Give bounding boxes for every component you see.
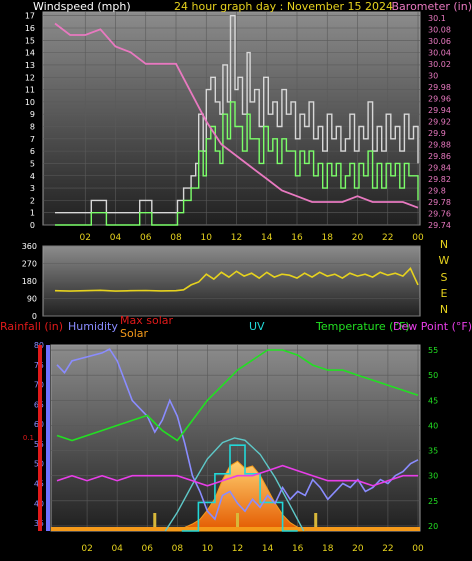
rain-y-tick: 0.1 — [23, 434, 34, 442]
barometer-y-tick: 30.08 — [428, 25, 451, 34]
humidity-axis-bar — [46, 345, 50, 531]
wind-y-tick: 12 — [25, 73, 35, 82]
barometer-y-tick: 29.84 — [428, 163, 451, 172]
wind-y-tick: 4 — [30, 172, 35, 181]
compass-tick: N — [440, 238, 448, 251]
weather-x-tick: 16 — [292, 544, 304, 554]
wind-y-tick: 11 — [25, 86, 35, 95]
temperature-y-tick: 45 — [428, 396, 438, 405]
weather-x-tick: 02 — [81, 544, 92, 554]
wind-x-tick: 18 — [322, 233, 334, 243]
legend-humidity: Humidity — [68, 320, 118, 333]
wind-x-tick: 14 — [261, 233, 273, 243]
chart-title: 24 hour graph day : November 15 2024 — [174, 0, 393, 13]
direction-y-tick: 180 — [22, 277, 37, 286]
barometer-y-tick: 30.1 — [428, 14, 446, 23]
barometer-y-tick: 29.98 — [428, 83, 451, 92]
weather-x-tick: 22 — [382, 544, 393, 554]
barometer-y-tick: 29.78 — [428, 198, 451, 207]
wind-y-tick: 0 — [30, 221, 35, 230]
wind-x-tick: 22 — [382, 233, 393, 243]
weather-x-tick: 12 — [232, 544, 243, 554]
sun-marker — [153, 513, 157, 527]
compass-tick: S — [441, 271, 448, 284]
barometer-y-tick: 29.88 — [428, 140, 451, 149]
legend-uv: UV — [249, 320, 265, 333]
wind-y-tick: 17 — [25, 12, 35, 21]
barometer-y-tick: 30.02 — [428, 60, 451, 69]
wind-x-tick: 00 — [412, 233, 424, 243]
legend-dew-point: Dew Point (°F) — [393, 320, 472, 333]
barometer-y-tick: 29.74 — [428, 221, 451, 230]
direction-y-tick: 270 — [22, 260, 37, 269]
windspeed-axis-label: Windspeed (mph) — [33, 0, 131, 13]
wind-y-tick: 1 — [30, 209, 35, 218]
weather-x-tick: 10 — [202, 544, 214, 554]
barometer-y-tick: 30.04 — [428, 48, 451, 57]
wind-x-tick: 10 — [201, 233, 213, 243]
wind-x-tick: 06 — [140, 233, 152, 243]
rain-axis-bar — [38, 345, 42, 531]
weather-x-tick: 08 — [172, 544, 184, 554]
barometer-y-tick: 29.9 — [428, 129, 446, 138]
weather-x-tick: 06 — [142, 544, 154, 554]
weather-x-tick: 00 — [412, 544, 424, 554]
temperature-y-tick: 20 — [428, 522, 438, 531]
wind-y-tick: 16 — [25, 24, 35, 33]
wind-panel-background — [42, 11, 421, 226]
sun-marker — [314, 513, 318, 527]
compass-tick: E — [441, 287, 448, 300]
temperature-y-tick: 40 — [428, 421, 438, 430]
barometer-y-tick: 29.86 — [428, 152, 451, 161]
wind-y-tick: 7 — [30, 135, 35, 144]
barometer-y-tick: 30 — [428, 71, 438, 80]
weather-x-tick: 04 — [111, 544, 123, 554]
temperature-y-tick: 25 — [428, 497, 438, 506]
wind-y-tick: 10 — [25, 98, 35, 107]
barometer-y-tick: 29.76 — [428, 209, 451, 218]
legend-solar: Solar — [120, 327, 149, 340]
temperature-y-tick: 55 — [428, 346, 438, 355]
wind-y-tick: 5 — [30, 159, 35, 168]
barometer-y-tick: 29.96 — [428, 94, 451, 103]
legend-max-solar: Max solar — [120, 314, 173, 327]
solar-baseline — [51, 527, 420, 531]
wind-x-tick: 16 — [291, 233, 303, 243]
barometer-y-tick: 29.94 — [428, 106, 451, 115]
barometer-axis-label: Barometer (in) — [392, 0, 472, 13]
weather-x-tick: 14 — [262, 544, 274, 554]
legend-rainfall: Rainfall (in) — [0, 320, 63, 333]
direction-y-tick: 90 — [27, 295, 37, 304]
barometer-y-tick: 29.92 — [428, 117, 451, 126]
barometer-y-tick: 29.8 — [428, 186, 446, 195]
wind-y-tick: 9 — [30, 110, 35, 119]
barometer-y-tick: 30.06 — [428, 37, 451, 46]
wind-x-tick: 08 — [170, 233, 182, 243]
weather-x-tick: 20 — [352, 544, 364, 554]
compass-tick: W — [439, 254, 450, 267]
wind-x-tick: 02 — [80, 233, 91, 243]
wind-x-tick: 12 — [231, 233, 242, 243]
wind-y-tick: 8 — [30, 123, 35, 132]
wind-y-tick: 2 — [30, 196, 35, 205]
wind-y-tick: 14 — [25, 49, 35, 58]
temperature-y-tick: 35 — [428, 447, 438, 456]
temperature-y-tick: 30 — [428, 472, 438, 481]
wind-y-tick: 15 — [25, 36, 35, 45]
wind-x-tick: 04 — [110, 233, 122, 243]
weather-graph: 0123456789101112131415161729.7429.7629.7… — [0, 0, 472, 554]
weather-x-tick: 18 — [322, 544, 334, 554]
compass-tick: N — [440, 303, 448, 316]
wind-y-tick: 13 — [25, 61, 35, 70]
sun-marker — [236, 513, 239, 527]
direction-y-tick: 360 — [22, 242, 37, 251]
wind-y-tick: 6 — [30, 147, 35, 156]
wind-y-tick: 3 — [30, 184, 35, 193]
temperature-y-tick: 50 — [428, 371, 438, 380]
wind-x-tick: 20 — [352, 233, 364, 243]
barometer-y-tick: 29.82 — [428, 175, 451, 184]
